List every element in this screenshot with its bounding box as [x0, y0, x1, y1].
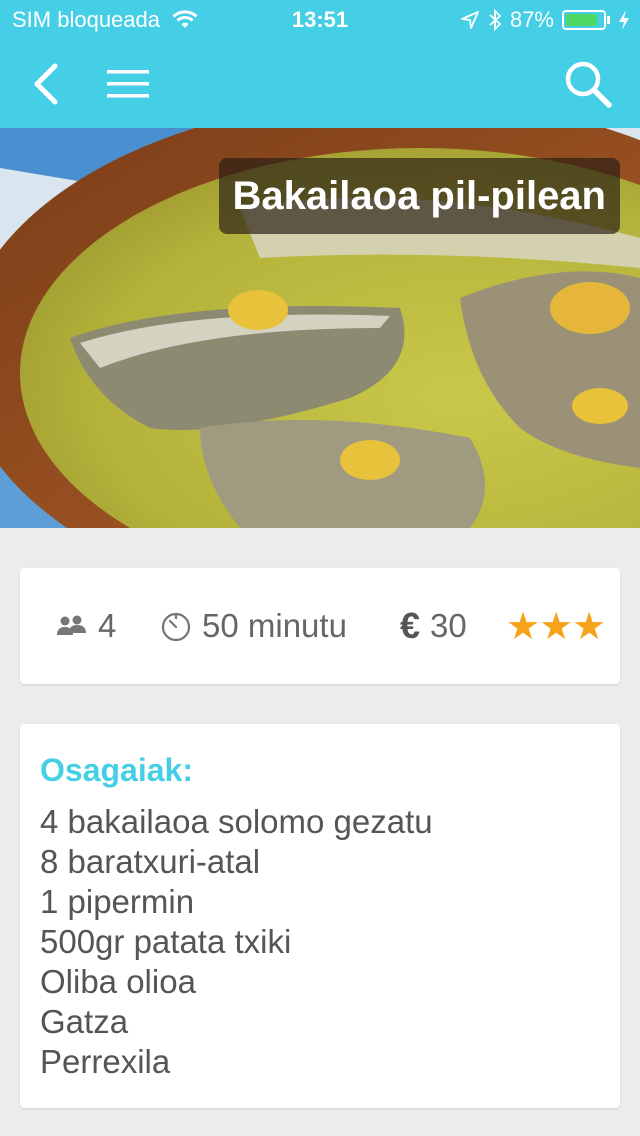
- recipe-photo: Bakailaoa pil-pilean: [0, 128, 640, 528]
- bluetooth-icon: [489, 8, 502, 32]
- ingredient-item: 8 baratxuri-atal: [40, 843, 261, 880]
- ingredients-list: 4 bakailaoa solomo gezatu 8 baratxuri-ata…: [40, 802, 600, 1082]
- prep-time: 50 minutu: [160, 568, 347, 684]
- menu-button[interactable]: [98, 40, 158, 128]
- euro-icon: €: [400, 605, 421, 646]
- price: € 30: [400, 568, 467, 684]
- ingredient-item: Gatza: [40, 1003, 129, 1040]
- back-button[interactable]: [16, 40, 76, 128]
- servings-value: 4: [98, 607, 117, 644]
- search-icon: [565, 61, 612, 108]
- battery-tip: [607, 16, 610, 24]
- recipe-title: Bakailaoa pil-pilean: [218, 158, 620, 234]
- ingredient-item: 1 pipermin: [40, 883, 195, 920]
- battery-icon: [562, 10, 606, 30]
- search-button[interactable]: [558, 40, 618, 128]
- timer-icon: [161, 612, 191, 642]
- ingredient-item: 500gr patata txiki: [40, 923, 292, 960]
- battery-percent: 87%: [509, 7, 554, 32]
- back-arrow-icon: [34, 63, 58, 105]
- recipe-info-card: 4 50 minutu € 30 ★★★: [20, 568, 620, 684]
- hamburger-menu-icon: [107, 70, 149, 98]
- star-rating: ★★★: [506, 605, 606, 648]
- status-bar: SIM bloqueada 13:51 87%: [0, 0, 640, 40]
- nav-bar: [0, 40, 640, 128]
- ingredients-heading: Osagaiak:: [40, 752, 193, 788]
- prep-time-value: 50 minutu: [202, 607, 347, 644]
- ingredient-item: 4 bakailaoa solomo gezatu: [40, 803, 433, 840]
- ingredient-item: Oliba olioa: [40, 963, 196, 1000]
- ingredient-item: Perrexila: [40, 1043, 171, 1080]
- ingredients-card: Osagaiak: 4 bakailaoa solomo gezatu 8 bar…: [20, 724, 620, 1108]
- servings: 4: [56, 568, 116, 684]
- people-icon: [57, 615, 86, 635]
- location-icon: [461, 11, 479, 29]
- charging-icon: [619, 10, 629, 30]
- price-value: 30: [430, 607, 467, 644]
